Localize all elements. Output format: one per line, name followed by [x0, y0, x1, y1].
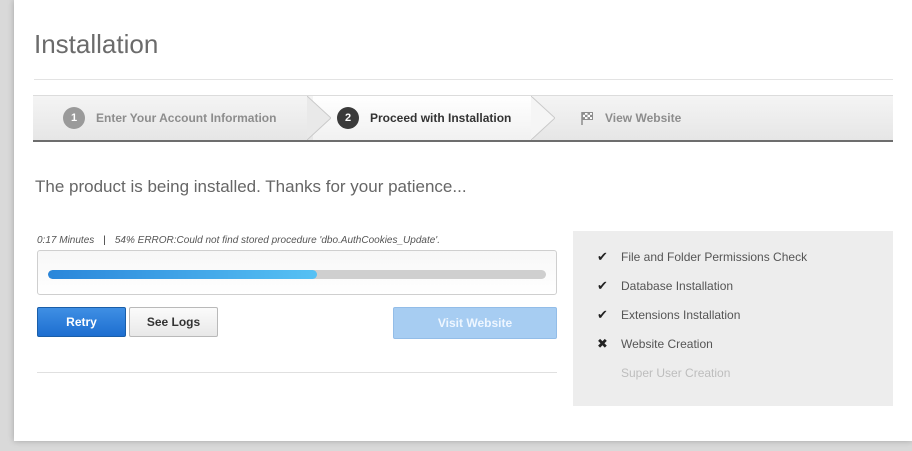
step-label-3: View Website: [605, 111, 682, 125]
elapsed-time: 0:17 Minutes: [37, 235, 95, 246]
checklist-item-label: Website Creation: [621, 337, 713, 351]
see-logs-button[interactable]: See Logs: [129, 307, 218, 337]
step-chevron-2: [531, 96, 555, 140]
check-icon: ✔: [597, 307, 608, 322]
flag-icon: [579, 110, 595, 126]
cross-icon: ✖: [597, 336, 608, 351]
wizard-step-3: View Website: [579, 96, 779, 140]
step-number-2: 2: [337, 107, 359, 129]
checklist-item-label: Database Installation: [621, 279, 734, 293]
status-detail: 54% ERROR:Could not find stored procedur…: [114, 235, 440, 246]
wizard-steps: 1 Enter Your Account Information 2 Proce…: [33, 95, 893, 142]
wizard-step-1: 1 Enter Your Account Information: [33, 96, 313, 140]
bottom-divider: [37, 372, 557, 373]
checklist-item: ✔ Database Installation: [596, 278, 733, 294]
status-separator: |: [103, 235, 106, 246]
checklist-item-label: Super User Creation: [621, 366, 731, 380]
checklist-item: ✖ Website Creation: [596, 336, 713, 352]
checklist-item: Super User Creation: [596, 365, 730, 381]
progress-track: [48, 270, 546, 279]
installation-panel: Installation 1 Enter Your Account Inform…: [14, 0, 912, 441]
step-label-1: Enter Your Account Information: [96, 111, 277, 125]
checklist-item-label: File and Folder Permissions Check: [621, 250, 808, 264]
status-line: 0:17 Minutes | 54% ERROR:Could not find st…: [37, 235, 440, 246]
title-divider: [34, 79, 893, 80]
step-number-1: 1: [63, 107, 85, 129]
retry-button[interactable]: Retry: [37, 307, 126, 337]
checklist-item: ✔ Extensions Installation: [596, 307, 740, 323]
page-title: Installation: [34, 29, 159, 59]
progress-fill: [48, 270, 317, 279]
checklist-item: ✔ File and Folder Permissions Check: [596, 249, 807, 265]
progress-container: [37, 250, 557, 295]
step-label-2: Proceed with Installation: [370, 111, 512, 125]
step-chevron-1: [307, 96, 331, 140]
check-icon: ✔: [597, 278, 608, 293]
check-icon: ✔: [597, 249, 608, 264]
install-checklist: ✔ File and Folder Permissions Check ✔ Da…: [573, 231, 893, 406]
checklist-item-label: Extensions Installation: [621, 308, 741, 322]
install-message: The product is being installed. Thanks f…: [35, 177, 467, 196]
visit-website-button[interactable]: Visit Website: [393, 307, 557, 339]
wizard-step-2: 2 Proceed with Installation: [313, 96, 533, 140]
